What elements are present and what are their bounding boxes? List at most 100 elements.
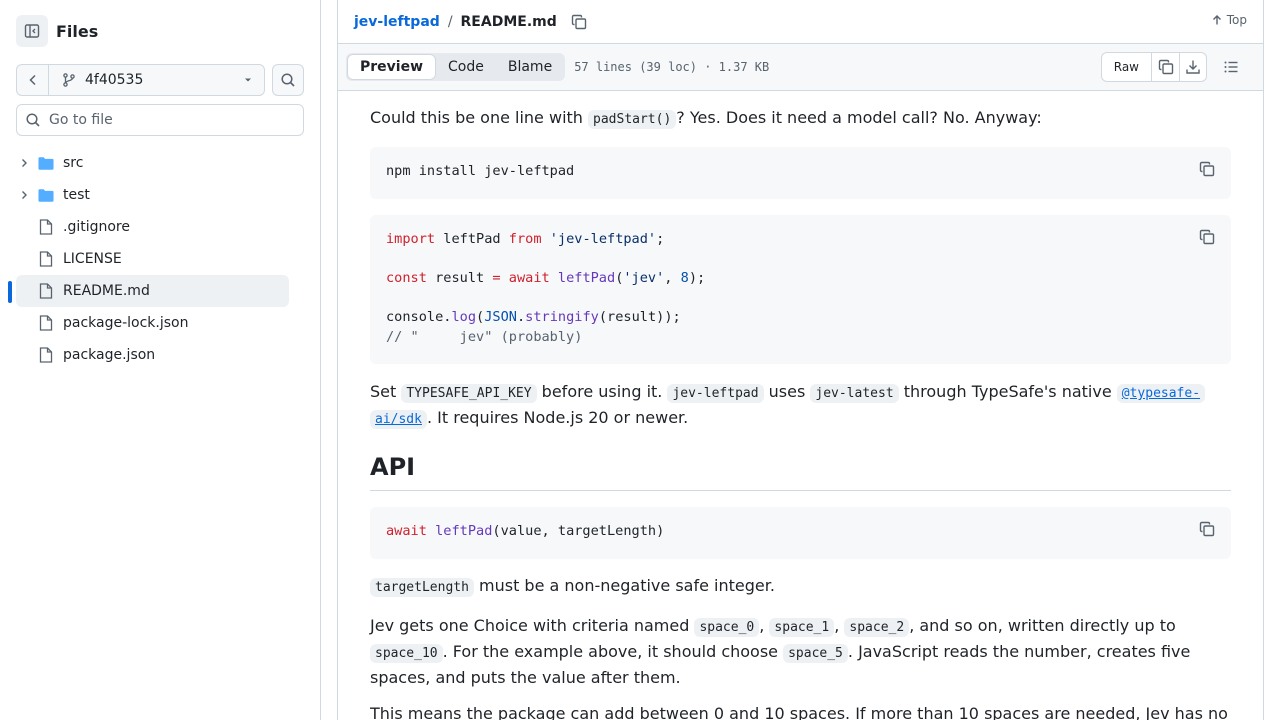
go-to-file-input[interactable] bbox=[49, 112, 289, 128]
file-icon bbox=[38, 251, 54, 267]
token: 'jev' bbox=[623, 270, 665, 286]
branch-back-button[interactable] bbox=[16, 64, 48, 96]
text: ? Yes. Does it need a model call? No. An… bbox=[676, 108, 1042, 127]
tree-item-license[interactable]: LICENSE bbox=[16, 243, 289, 275]
tree-item-test[interactable]: test bbox=[16, 179, 289, 211]
code-line: await leftPad(value, targetLength) bbox=[386, 523, 1215, 543]
file-icon bbox=[38, 315, 54, 331]
token: 8 bbox=[680, 270, 689, 286]
text: must be a non-negative safe integer. bbox=[473, 576, 775, 595]
search-icon bbox=[26, 113, 40, 127]
collapse-sidebar-button[interactable] bbox=[16, 15, 48, 47]
text: . It requires Node.js 20 or newer. bbox=[426, 408, 689, 427]
copy-icon bbox=[1199, 161, 1215, 177]
file-icon bbox=[38, 283, 54, 299]
tree-item-readme[interactable]: README.md bbox=[8, 275, 289, 307]
tree-item-label: LICENSE bbox=[63, 251, 122, 267]
token: ( bbox=[476, 309, 485, 325]
tree-item-package-json[interactable]: package.json bbox=[16, 339, 289, 371]
token: const bbox=[386, 270, 427, 286]
file-view: jev-leftpad / README.md Top Preview Code… bbox=[337, 0, 1264, 720]
tab-code[interactable]: Code bbox=[436, 54, 496, 80]
file-header: jev-leftpad / README.md Top bbox=[338, 0, 1263, 44]
tree-item-label: README.md bbox=[63, 283, 150, 299]
copy-icon bbox=[1199, 229, 1215, 245]
copy-raw-button[interactable] bbox=[1152, 53, 1179, 81]
tree-item-src[interactable]: src bbox=[16, 147, 289, 179]
link-code: @typesafe- bbox=[1116, 384, 1206, 403]
copy-code-button[interactable] bbox=[1199, 161, 1215, 177]
inline-code: space_5 bbox=[783, 644, 848, 663]
sdk-link[interactable]: ai/sdk bbox=[370, 408, 427, 429]
raw-actions-group: Raw bbox=[1100, 52, 1207, 82]
text: . For the example above, it should choos… bbox=[442, 642, 784, 661]
branch-name: 4f40535 bbox=[85, 72, 144, 88]
text: , bbox=[834, 616, 845, 635]
chevron-left-icon bbox=[28, 74, 36, 86]
git-branch-icon bbox=[63, 73, 75, 87]
inline-code: space_0 bbox=[694, 618, 760, 637]
token: leftPad bbox=[426, 523, 493, 539]
token: ); bbox=[688, 270, 706, 286]
token: . bbox=[516, 309, 526, 325]
go-to-file-field[interactable] bbox=[16, 104, 304, 136]
code-line: console.log(JSON.stringify(result)); bbox=[386, 309, 1215, 329]
text: . JavaScript reads the number, creates f… bbox=[847, 642, 1191, 661]
copy-code-button[interactable] bbox=[1199, 521, 1215, 537]
chevron-right-icon[interactable] bbox=[16, 157, 32, 169]
tab-blame[interactable]: Blame bbox=[496, 54, 564, 80]
token: import bbox=[386, 231, 436, 247]
tree-item-label: package.json bbox=[63, 347, 156, 363]
copy-icon bbox=[571, 14, 586, 29]
readme-paragraph-1: Could this be one line with padStart()? … bbox=[370, 106, 1231, 132]
tree-item-package-lock[interactable]: package-lock.json bbox=[16, 307, 289, 339]
inline-code: jev-leftpad bbox=[667, 384, 764, 403]
search-files-button[interactable] bbox=[272, 64, 304, 96]
file-tree: src test .gitignore LICENSE README.md pa… bbox=[8, 147, 289, 371]
sdk-link[interactable]: @typesafe- bbox=[1116, 382, 1206, 403]
code-line: import leftPad from 'jev-leftpad'; bbox=[386, 231, 1215, 251]
inline-code: targetLength bbox=[370, 578, 474, 597]
text: , bbox=[759, 616, 770, 635]
inline-code: space_10 bbox=[370, 644, 443, 663]
token: await bbox=[500, 270, 550, 286]
token: , bbox=[664, 270, 681, 286]
back-to-top-link[interactable]: Top bbox=[1211, 13, 1247, 27]
sidebar-header: Files bbox=[16, 15, 98, 47]
tree-item-label: test bbox=[63, 187, 90, 203]
sidebar-title: Files bbox=[56, 21, 99, 41]
tab-preview[interactable]: Preview bbox=[347, 54, 437, 80]
arrow-up-icon bbox=[1212, 15, 1221, 25]
copy-icon bbox=[1199, 521, 1215, 537]
tree-item-label: package-lock.json bbox=[63, 315, 189, 331]
branch-selector[interactable]: 4f40535 bbox=[48, 64, 265, 96]
copy-code-button[interactable] bbox=[1199, 229, 1215, 245]
text: Jev gets one Choice with criteria named bbox=[370, 616, 695, 635]
branch-row: 4f40535 bbox=[16, 64, 304, 96]
tree-item-gitignore[interactable]: .gitignore bbox=[16, 211, 289, 243]
text: spaces, and puts the value after them. bbox=[370, 668, 681, 687]
tree-item-label: .gitignore bbox=[63, 219, 130, 235]
token: leftPad bbox=[435, 231, 509, 247]
api-code-block: await leftPad(value, targetLength) bbox=[370, 507, 1231, 559]
inline-code: space_2 bbox=[844, 618, 910, 637]
outline-button[interactable] bbox=[1215, 52, 1247, 82]
copy-path-button[interactable] bbox=[571, 14, 587, 30]
raw-button[interactable]: Raw bbox=[1102, 53, 1152, 81]
file-icon bbox=[38, 219, 54, 235]
inline-code: space_1 bbox=[769, 618, 835, 637]
breadcrumb-repo-link[interactable]: jev-leftpad bbox=[354, 14, 440, 30]
active-indicator bbox=[8, 281, 12, 303]
token: await bbox=[386, 523, 427, 539]
download-button[interactable] bbox=[1179, 53, 1206, 81]
token: JSON bbox=[484, 309, 517, 325]
token: ; bbox=[656, 231, 665, 247]
chevron-right-icon[interactable] bbox=[16, 189, 32, 201]
readme-paragraph-5: This means the package can add between 0… bbox=[370, 702, 1231, 720]
example-code-block: import leftPad from 'jev-leftpad'; const… bbox=[370, 215, 1231, 364]
text: , and so on, written directly up to bbox=[909, 616, 1176, 635]
text: through TypeSafe's native bbox=[898, 382, 1117, 401]
readme-paragraph-4: Jev gets one Choice with criteria named … bbox=[370, 614, 1231, 690]
breadcrumb-file-name: README.md bbox=[460, 13, 557, 30]
